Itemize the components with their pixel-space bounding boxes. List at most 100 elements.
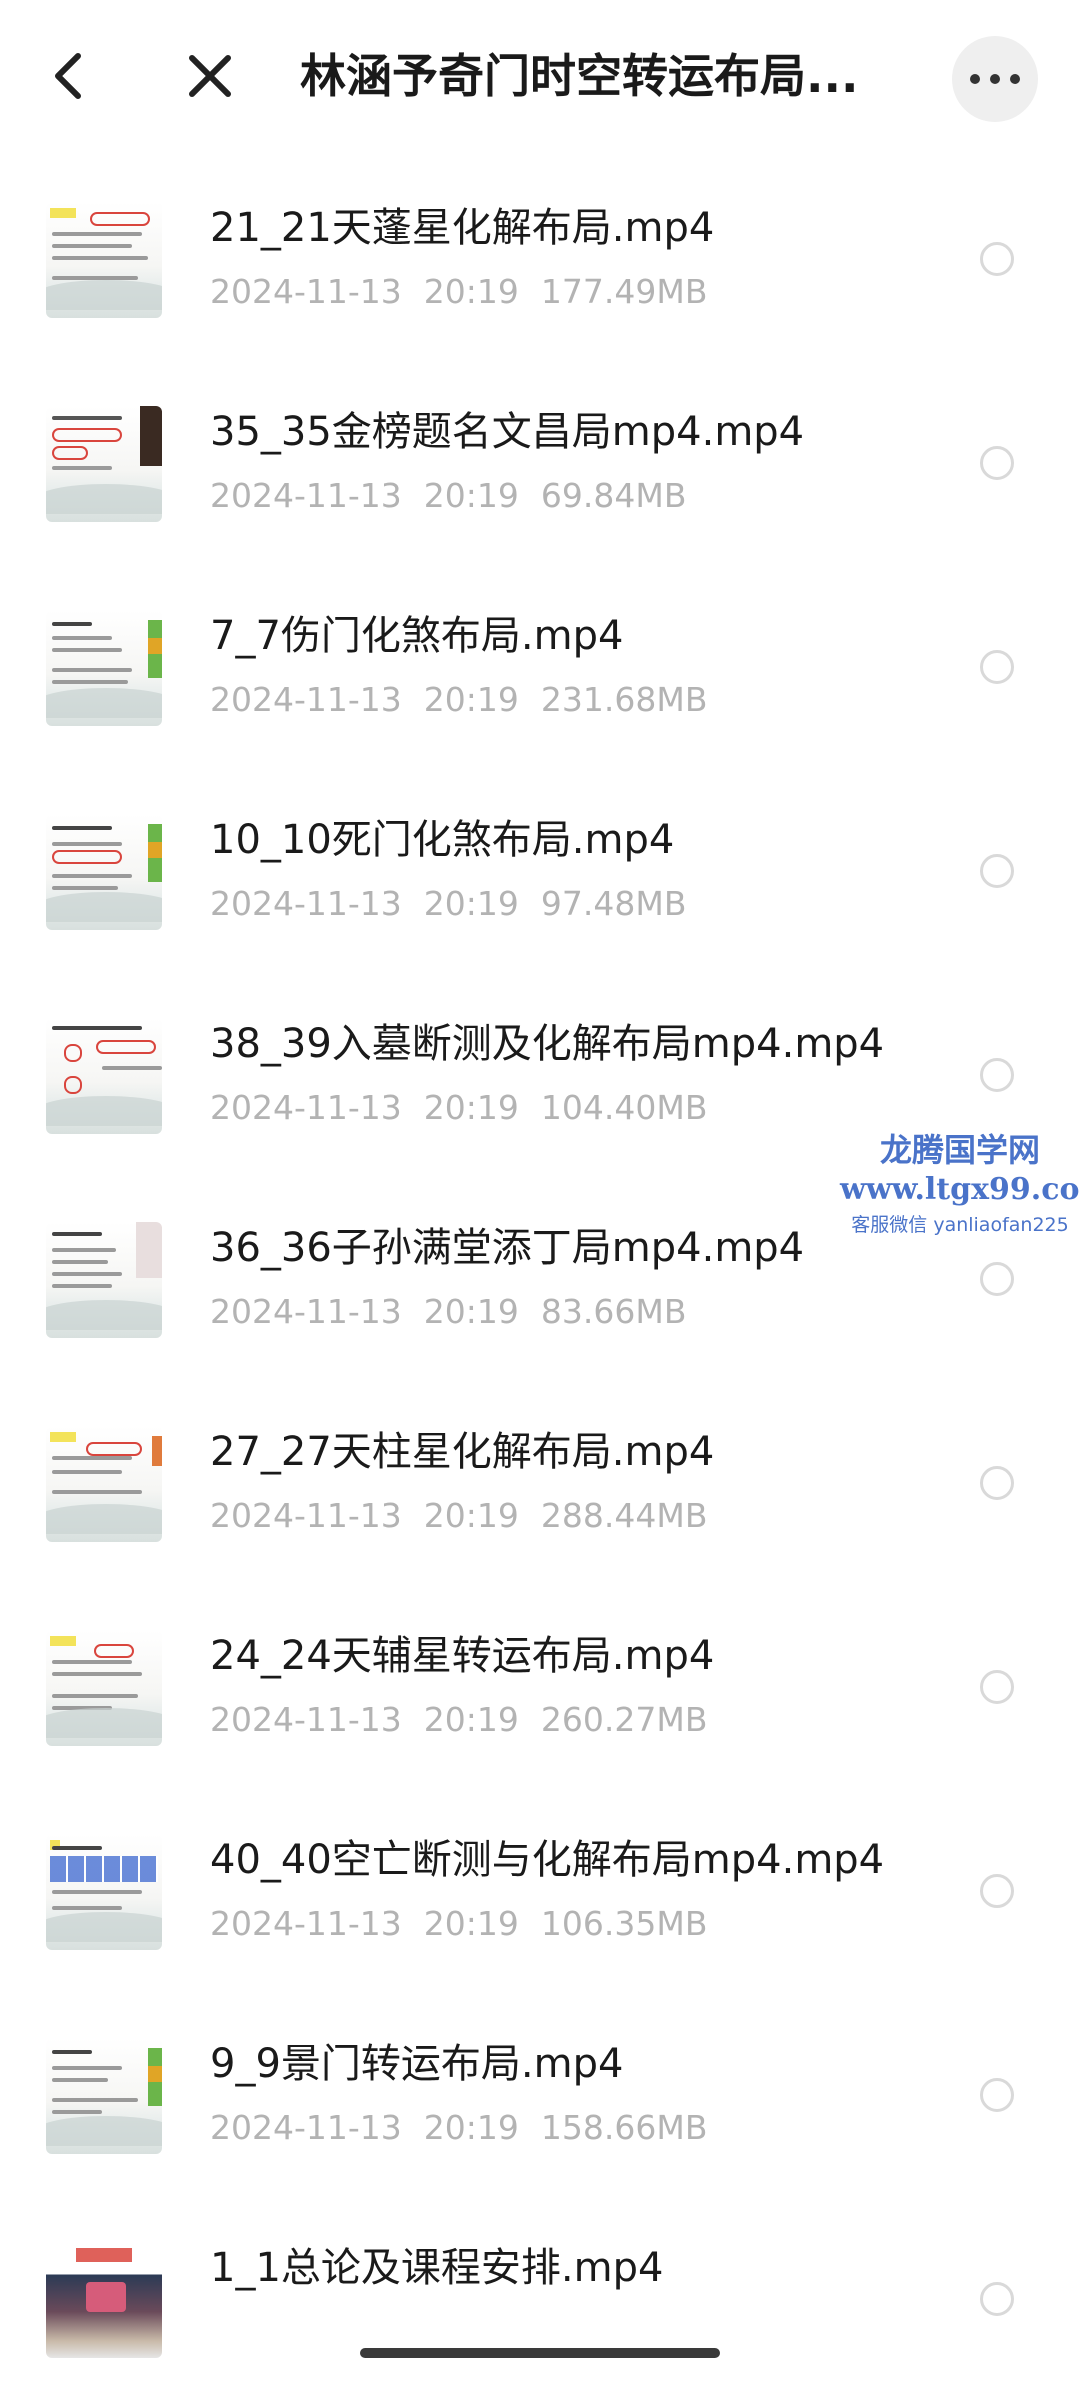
- file-date: 2024-11-13: [210, 1496, 402, 1535]
- select-radio[interactable]: [980, 2078, 1014, 2112]
- home-indicator[interactable]: [360, 2348, 720, 2358]
- thumb-side: [136, 1222, 162, 1278]
- list-item[interactable]: 27_27天柱星化解布局.mp4 2024-11-13 20:19 288.44MB: [0, 1384, 1080, 1588]
- file-time: 20:19: [423, 680, 519, 719]
- file-name: 10_10死门化煞布局.mp4: [210, 817, 675, 863]
- file-date: 2024-11-13: [210, 2108, 402, 2147]
- thumb-table: [50, 1856, 158, 1882]
- file-time: 20:19: [423, 2108, 519, 2147]
- select-radio[interactable]: [980, 1058, 1014, 1092]
- thumb-line: [52, 842, 122, 846]
- file-date: 2024-11-13: [210, 884, 402, 923]
- select-radio[interactable]: [980, 1670, 1014, 1704]
- thumb-line: [52, 668, 132, 672]
- file-name: 7_7伤门化煞布局.mp4: [210, 613, 624, 659]
- file-name: 40_40空亡断测与化解布局mp4.mp4: [210, 1837, 885, 1883]
- thumb-tag: [50, 1636, 76, 1646]
- file-size: 104.40MB: [540, 1088, 708, 1127]
- file-name: 1_1总论及课程安排.mp4: [210, 2245, 664, 2291]
- file-date: 2024-11-13: [210, 272, 402, 311]
- thumb-banner: [76, 2248, 132, 2262]
- list-item[interactable]: 38_39入墓断测及化解布局mp4.mp4 2024-11-13 20:19 104…: [0, 976, 1080, 1180]
- thumb-line: [102, 1066, 162, 1070]
- page-title: 林涵予奇门时空转运布局...: [300, 49, 859, 103]
- thumb-line: [52, 232, 142, 236]
- file-time: 20:19: [423, 1292, 519, 1331]
- thumb-tag: [50, 208, 76, 218]
- file-time: 20:19: [423, 272, 519, 311]
- list-item[interactable]: 36_36子孙满堂添丁局mp4.mp4 2024-11-13 20:19 83.66…: [0, 1180, 1080, 1384]
- file-date: 2024-11-13: [210, 476, 402, 515]
- select-radio[interactable]: [980, 2282, 1014, 2316]
- file-meta: 2024-11-13 20:19 158.66MB: [210, 2104, 729, 2152]
- video-thumbnail: [46, 1426, 162, 1542]
- select-radio[interactable]: [980, 242, 1014, 276]
- file-meta: 2024-11-13 20:19 177.49MB: [210, 268, 729, 316]
- thumb-hill: [46, 1300, 162, 1330]
- file-time: 20:19: [423, 476, 519, 515]
- thumb-line: [52, 244, 132, 248]
- list-item[interactable]: 35_35金榜题名文昌局mp4.mp4 2024-11-13 20:19 69.84…: [0, 364, 1080, 568]
- thumb-line: [52, 1026, 142, 1030]
- thumb-line: [52, 874, 132, 878]
- list-item[interactable]: 40_40空亡断测与化解布局mp4.mp4 2024-11-13 20:19 106…: [0, 1792, 1080, 1996]
- thumb-line: [52, 256, 148, 260]
- list-item[interactable]: 10_10死门化煞布局.mp4 2024-11-13 20:19 97.48MB: [0, 772, 1080, 976]
- thumb-line: [52, 2078, 108, 2082]
- file-size: 288.44MB: [540, 1496, 708, 1535]
- thumb-mark: [94, 1644, 134, 1658]
- select-radio[interactable]: [980, 1874, 1014, 1908]
- file-date: 2024-11-13: [210, 1292, 402, 1331]
- thumb-line: [52, 1456, 132, 1460]
- thumb-hill: [46, 1096, 162, 1126]
- select-radio[interactable]: [980, 650, 1014, 684]
- thumb-hill: [46, 1912, 162, 1942]
- file-name: 24_24天辅星转运布局.mp4: [210, 1633, 715, 1679]
- thumb-mark: [64, 1076, 82, 1094]
- video-thumbnail: [46, 406, 162, 522]
- thumb-line: [52, 2110, 102, 2114]
- thumb-line: [52, 1248, 116, 1252]
- thumb-line: [52, 1672, 142, 1676]
- thumb-mark: [52, 850, 122, 864]
- list-item[interactable]: 7_7伤门化煞布局.mp4 2024-11-13 20:19 231.68MB: [0, 568, 1080, 772]
- select-radio[interactable]: [980, 1262, 1014, 1296]
- file-time: 20:19: [423, 1700, 519, 1739]
- video-thumbnail: [46, 814, 162, 930]
- file-size: 231.68MB: [540, 680, 708, 719]
- thumb-line: [52, 1490, 142, 1494]
- file-name: 35_35金榜题名文昌局mp4.mp4: [210, 409, 805, 455]
- file-meta: 2024-11-13 20:19 97.48MB: [210, 880, 708, 928]
- thumb-line: [52, 1694, 138, 1698]
- list-item[interactable]: 24_24天辅星转运布局.mp4 2024-11-13 20:19 260.27MB: [0, 1588, 1080, 1792]
- file-name: 36_36子孙满堂添丁局mp4.mp4: [210, 1225, 805, 1271]
- file-size: 83.66MB: [540, 1292, 687, 1331]
- file-name: 9_9景门转运布局.mp4: [210, 2041, 624, 2087]
- thumb-line: [52, 1470, 122, 1474]
- thumb-side: [148, 2066, 162, 2082]
- list-item[interactable]: 9_9景门转运布局.mp4 2024-11-13 20:19 158.66MB: [0, 1996, 1080, 2200]
- thumb-hill: [46, 484, 162, 514]
- video-thumbnail: [46, 1834, 162, 1950]
- thumb-hill: [46, 2116, 162, 2146]
- select-radio[interactable]: [980, 854, 1014, 888]
- thumb-line: [52, 886, 118, 890]
- thumb-line: [52, 2098, 138, 2102]
- select-radio[interactable]: [980, 1466, 1014, 1500]
- thumb-mark: [90, 212, 150, 226]
- back-button[interactable]: [40, 40, 100, 112]
- file-meta: 2024-11-13 20:19 231.68MB: [210, 676, 729, 724]
- thumb-line: [52, 826, 112, 830]
- thumb-line: [52, 2066, 122, 2070]
- more-dot: [990, 74, 1000, 84]
- thumb-line: [52, 622, 92, 626]
- list-item[interactable]: 21_21天蓬星化解布局.mp4 2024-11-13 20:19 177.49MB: [0, 160, 1080, 364]
- close-button[interactable]: [170, 36, 250, 116]
- video-thumbnail: [46, 2038, 162, 2154]
- list-item[interactable]: 1_1总论及课程安排.mp4: [0, 2200, 1080, 2396]
- thumb-line: [52, 1846, 102, 1850]
- file-name: 38_39入墓断测及化解布局mp4.mp4: [210, 1021, 885, 1067]
- more-button[interactable]: [952, 36, 1038, 122]
- select-radio[interactable]: [980, 446, 1014, 480]
- thumb-line: [52, 1906, 122, 1910]
